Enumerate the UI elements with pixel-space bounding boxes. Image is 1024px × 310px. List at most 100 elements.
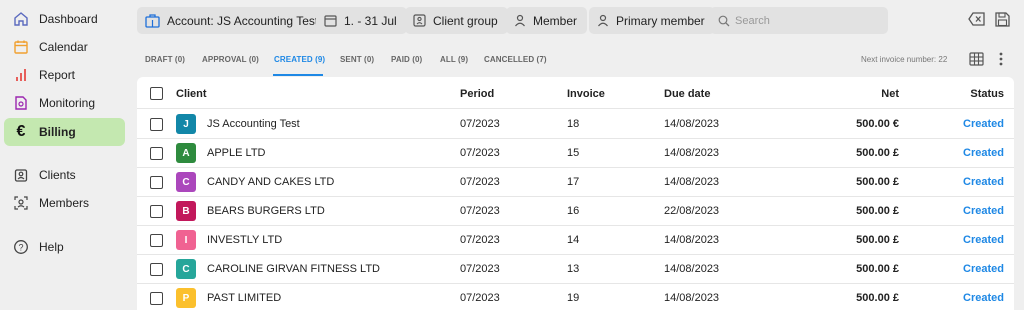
client-name[interactable]: INVESTLY LTD	[207, 226, 282, 254]
tab-draft[interactable]: DRAFT (0)	[145, 55, 185, 64]
table-header: Client Period Invoice Due date Net Statu…	[137, 79, 1014, 109]
row-checkbox-cell	[150, 197, 163, 225]
row-checkbox[interactable]	[150, 262, 163, 276]
sidebar-item-help[interactable]: ? Help	[4, 233, 125, 261]
client-avatar-cell: B	[176, 197, 196, 225]
more-options-icon[interactable]	[999, 52, 1003, 66]
header-net[interactable]: Net	[799, 79, 899, 108]
period: 07/2023	[460, 205, 500, 217]
client-name[interactable]: PAST LIMITED	[207, 284, 281, 310]
row-checkbox-cell	[150, 139, 163, 167]
client-name[interactable]: CAROLINE GIRVAN FITNESS LTD	[207, 255, 380, 283]
account-filter-label: Account: JS Accounting Test	[167, 13, 319, 28]
select-all-checkbox[interactable]	[150, 87, 163, 100]
row-checkbox[interactable]	[150, 146, 163, 160]
person-icon	[597, 14, 609, 27]
sidebar-item-monitoring[interactable]: Monitoring	[4, 89, 125, 117]
client-avatar-cell: P	[176, 284, 196, 310]
row-checkbox-cell	[150, 255, 163, 283]
sidebar-item-label: Dashboard	[39, 12, 98, 26]
table-row[interactable]: J JS Accounting Test 07/2023 18 14/08/2023 50…	[137, 110, 1014, 139]
row-checkbox[interactable]	[150, 204, 163, 218]
row-checkbox[interactable]	[150, 291, 163, 305]
header-period[interactable]: Period	[460, 79, 494, 108]
period: 07/2023	[460, 176, 500, 188]
status-link[interactable]: Created	[952, 226, 1004, 254]
sidebar-item-billing[interactable]: € Billing	[4, 118, 125, 146]
tab-approval[interactable]: APPROVAL (0)	[202, 55, 259, 64]
sidebar-item-label: Help	[39, 240, 64, 254]
table-row[interactable]: A APPLE LTD 07/2023 15 14/08/2023 500.00 £ Cre…	[137, 139, 1014, 168]
period: 07/2023	[460, 263, 500, 275]
table-row[interactable]: P PAST LIMITED 07/2023 19 14/08/2023 500.00 £…	[137, 284, 1014, 310]
primary-member-chip[interactable]: Primary member	[589, 7, 715, 34]
client-avatar-cell: J	[176, 110, 196, 138]
header-due-date[interactable]: Due date	[664, 79, 710, 108]
table-row[interactable]: C CANDY AND CAKES LTD 07/2023 17 14/08/2023 5…	[137, 168, 1014, 197]
status-link[interactable]: Created	[952, 255, 1004, 283]
tab-cancelled[interactable]: CANCELLED (7)	[484, 55, 547, 64]
header-status[interactable]: Status	[952, 79, 1004, 108]
due-date: 14/08/2023	[664, 263, 720, 275]
invoice-number: 16	[567, 205, 580, 217]
tab-created[interactable]: CREATED (9)	[274, 55, 325, 64]
client-name[interactable]: APPLE LTD	[207, 139, 266, 167]
table-row[interactable]: C CAROLINE GIRVAN FITNESS LTD 07/2023 13 14/…	[137, 255, 1014, 284]
client-avatar-cell: C	[176, 255, 196, 283]
due-date: 22/08/2023	[664, 205, 720, 217]
svg-text:?: ?	[18, 242, 23, 252]
sidebar-item-members[interactable]: Members	[4, 189, 125, 217]
member-chip[interactable]: Member	[506, 7, 588, 34]
save-icon[interactable]	[995, 12, 1010, 27]
client-avatar: P	[176, 288, 196, 308]
row-checkbox[interactable]	[150, 175, 163, 189]
row-checkbox[interactable]	[150, 233, 163, 247]
person-icon	[514, 14, 526, 27]
client-avatar: J	[176, 114, 196, 134]
net-amount: 500.00 £	[856, 205, 899, 217]
sidebar-item-clients[interactable]: Clients	[4, 161, 125, 189]
client-avatar: B	[176, 201, 196, 221]
status-link[interactable]: Created	[952, 168, 1004, 196]
row-checkbox[interactable]	[150, 117, 163, 131]
clear-filters-icon[interactable]	[968, 12, 985, 26]
search-input[interactable]	[735, 14, 885, 27]
header-client[interactable]: Client	[176, 79, 207, 108]
client-name[interactable]: BEARS BURGERS LTD	[207, 197, 325, 225]
row-checkbox-cell	[150, 226, 163, 254]
date-range-chip[interactable]: 1. - 31 Jul	[316, 7, 407, 34]
due-date: 14/08/2023	[664, 176, 720, 188]
sidebar-item-label: Calendar	[39, 40, 88, 54]
sidebar-item-dashboard[interactable]: Dashboard	[4, 5, 125, 33]
primary-member-label: Primary member	[616, 13, 705, 28]
tab-all[interactable]: ALL (9)	[440, 55, 468, 64]
building-icon	[145, 13, 160, 28]
sidebar-item-calendar[interactable]: Calendar	[4, 33, 125, 61]
tab-sent[interactable]: SENT (0)	[340, 55, 374, 64]
net-amount: 500.00 £	[856, 147, 899, 159]
search-icon	[718, 15, 730, 27]
status-link[interactable]: Created	[952, 284, 1004, 310]
sidebar-item-report[interactable]: Report	[4, 61, 125, 89]
header-invoice[interactable]: Invoice	[567, 79, 605, 108]
tab-paid[interactable]: PAID (0)	[391, 55, 422, 64]
client-avatar: C	[176, 172, 196, 192]
calendar-icon	[6, 39, 36, 55]
table-row[interactable]: B BEARS BURGERS LTD 07/2023 16 22/08/2023 500…	[137, 197, 1014, 226]
table-row[interactable]: I INVESTLY LTD 07/2023 14 14/08/2023 500.00 £…	[137, 226, 1014, 255]
status-link[interactable]: Created	[952, 197, 1004, 225]
client-group-chip[interactable]: Client group	[405, 7, 508, 34]
period: 07/2023	[460, 292, 500, 304]
date-range-label: 1. - 31 Jul	[344, 13, 397, 28]
table-layout-icon[interactable]	[969, 52, 984, 66]
client-name[interactable]: JS Accounting Test	[207, 110, 300, 138]
net-amount: 500.00 £	[856, 292, 899, 304]
account-filter-chip[interactable]: Account: JS Accounting Test	[137, 7, 329, 34]
client-name[interactable]: CANDY AND CAKES LTD	[207, 168, 334, 196]
status-link[interactable]: Created	[952, 110, 1004, 138]
sidebar-item-label: Monitoring	[39, 96, 96, 110]
search-box[interactable]	[710, 7, 888, 34]
status-link[interactable]: Created	[952, 139, 1004, 167]
client-avatar: C	[176, 259, 196, 279]
period: 07/2023	[460, 147, 500, 159]
